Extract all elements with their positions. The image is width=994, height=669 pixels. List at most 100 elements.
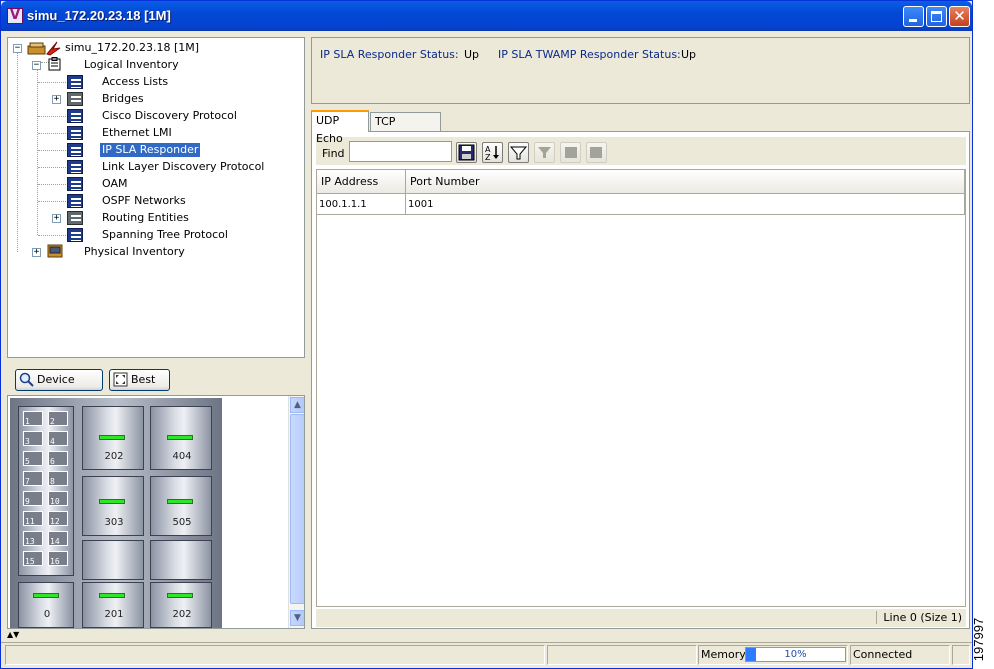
tree-guide-line [38,184,66,185]
network-port[interactable]: 15 [23,551,43,566]
empty-slot[interactable] [150,540,212,580]
window-title: simu_172.20.23.18 [1M] [27,8,171,23]
title-bar[interactable]: V simu_172.20.23.18 [1M] ✕ [1,1,972,31]
tree-item-label: Routing Entities [102,211,189,224]
tree-item-cisco-discovery-protocol[interactable]: Cisco Discovery Protocol [8,108,304,125]
tree-item-ospf-networks[interactable]: OSPF Networks [8,193,304,210]
tree-item-label-selected: IP SLA Responder [100,143,201,157]
collapse-icon[interactable]: − [13,44,22,53]
collapse-icon[interactable]: − [32,61,41,70]
scroll-down-icon[interactable]: ▼ [290,610,304,626]
column-header-port-number[interactable]: Port Number [406,170,965,194]
splitter-arrows-icon[interactable]: ▲▼ [7,631,37,639]
filter-next-button[interactable] [586,142,607,163]
network-port[interactable]: 1 [23,411,43,426]
column-header-ip-address[interactable]: IP Address [317,170,406,194]
minimize-icon [909,19,917,22]
tree-item-oam[interactable]: OAM [8,176,304,193]
chassis-scrollbar[interactable]: ▲ ▼ [288,396,304,628]
tree-item-label: OSPF Networks [102,194,186,207]
resize-grip[interactable] [952,645,970,665]
network-port[interactable]: 10 [48,491,68,506]
sort-button[interactable]: A Z [482,142,503,163]
best-fit-button[interactable]: Best Fit [109,369,170,406]
responder-status-panel: IP SLA Responder Status: Up IP SLA TWAMP… [311,37,970,104]
inventory-tree[interactable]: − simu_172.20.23.18 [1M] − Logical Inven… [7,37,305,358]
slot-module[interactable]: 201 [82,582,144,628]
slot-module[interactable]: 202 [82,406,144,470]
slot-module[interactable]: 303 [82,476,144,536]
tree-guide-line [38,133,66,134]
network-port[interactable]: 5 [23,451,43,466]
table-folder-icon [67,211,83,225]
tree-item-spanning-tree-protocol[interactable]: Spanning Tree Protocol [8,227,304,244]
network-port[interactable]: 8 [48,471,68,486]
fit-icon [113,372,128,387]
status-led [167,499,193,504]
tree-item-label: simu_172.20.23.18 [1M] [65,41,200,54]
network-port[interactable]: 13 [23,531,43,546]
filter-button[interactable] [508,142,529,163]
network-port[interactable]: 16 [48,551,68,566]
tab-tcp-connect[interactable]: TCP Connect [370,112,441,146]
empty-slot[interactable] [82,540,144,580]
port-number: 13 [25,537,35,546]
tree-item-ip-sla-responder[interactable]: IP SLA Responder [8,142,304,159]
close-button[interactable]: ✕ [949,6,970,27]
network-port[interactable]: 2 [48,411,68,426]
magnifier-icon [19,372,34,387]
table-icon [67,109,83,123]
tree-item-physical-inventory[interactable]: + Physical Inventory [8,244,304,261]
network-port[interactable]: 7 [23,471,43,486]
responder-status-label: IP SLA Responder Status: [320,48,459,61]
table-footer: Line 0 (Size 1) [316,609,966,627]
slot-module[interactable]: 505 [150,476,212,536]
tab-udp-echo[interactable]: UDP Echo [311,110,369,145]
slot-number: 202 [104,451,124,462]
chassis-view[interactable]: 1 2 3 4 5 6 7 8 9 10 11 12 13 14 15 16 202 404 303 505 [7,395,305,629]
status-led [33,593,59,598]
network-port[interactable]: 12 [48,511,68,526]
filter-prev-button[interactable] [560,142,581,163]
maximize-button[interactable] [926,6,947,27]
port-number: 5 [25,457,30,466]
tree-item-routing-entities[interactable]: + Routing Entities [8,210,304,227]
status-led [167,593,193,598]
slot-module[interactable]: 0 [18,582,74,628]
port-number: 11 [25,517,35,526]
zoom-toolbar: Device Zoom Best Fit [7,364,305,406]
status-bar: Memory: 10% Connected [1,642,972,668]
status-led [167,435,193,440]
tree-item-label: Logical Inventory [84,58,179,71]
tree-item-access-lists[interactable]: Access Lists [8,74,304,91]
tree-item-link-layer-discovery-protocol[interactable]: Link Layer Discovery Protocol [8,159,304,176]
save-button[interactable] [456,142,477,163]
port-number: 1 [25,417,30,426]
network-port[interactable]: 4 [48,431,68,446]
network-port[interactable]: 14 [48,531,68,546]
filter-add-button[interactable] [534,142,555,163]
network-port[interactable]: 11 [23,511,43,526]
device-zoom-button[interactable]: Device Zoom [15,369,103,406]
tree-item-root[interactable]: − simu_172.20.23.18 [1M] [8,40,304,57]
port-number: 7 [25,477,30,486]
tree-item-logical-inventory[interactable]: − Logical Inventory [8,57,304,74]
scroll-thumb[interactable] [290,414,304,604]
port-number: 14 [50,537,60,546]
expand-icon[interactable]: + [52,95,61,104]
scroll-up-icon[interactable]: ▲ [290,397,304,413]
expand-icon[interactable]: + [32,248,41,257]
network-port[interactable]: 9 [23,491,43,506]
network-port[interactable]: 6 [48,451,68,466]
minimize-button[interactable] [903,6,924,27]
ip-sla-table[interactable]: IP Address Port Number 100.1.1.1 1001 [316,169,966,607]
slot-module[interactable]: 404 [150,406,212,470]
network-port[interactable]: 3 [23,431,43,446]
expand-icon[interactable]: + [52,214,61,223]
slot-number: 303 [104,517,124,528]
slot-module[interactable]: 202 [150,582,212,628]
filter-add-icon [538,147,551,158]
tree-item-bridges[interactable]: + Bridges [8,91,304,108]
find-input[interactable] [349,141,452,162]
tree-item-ethernet-lmi[interactable]: Ethernet LMI [8,125,304,142]
